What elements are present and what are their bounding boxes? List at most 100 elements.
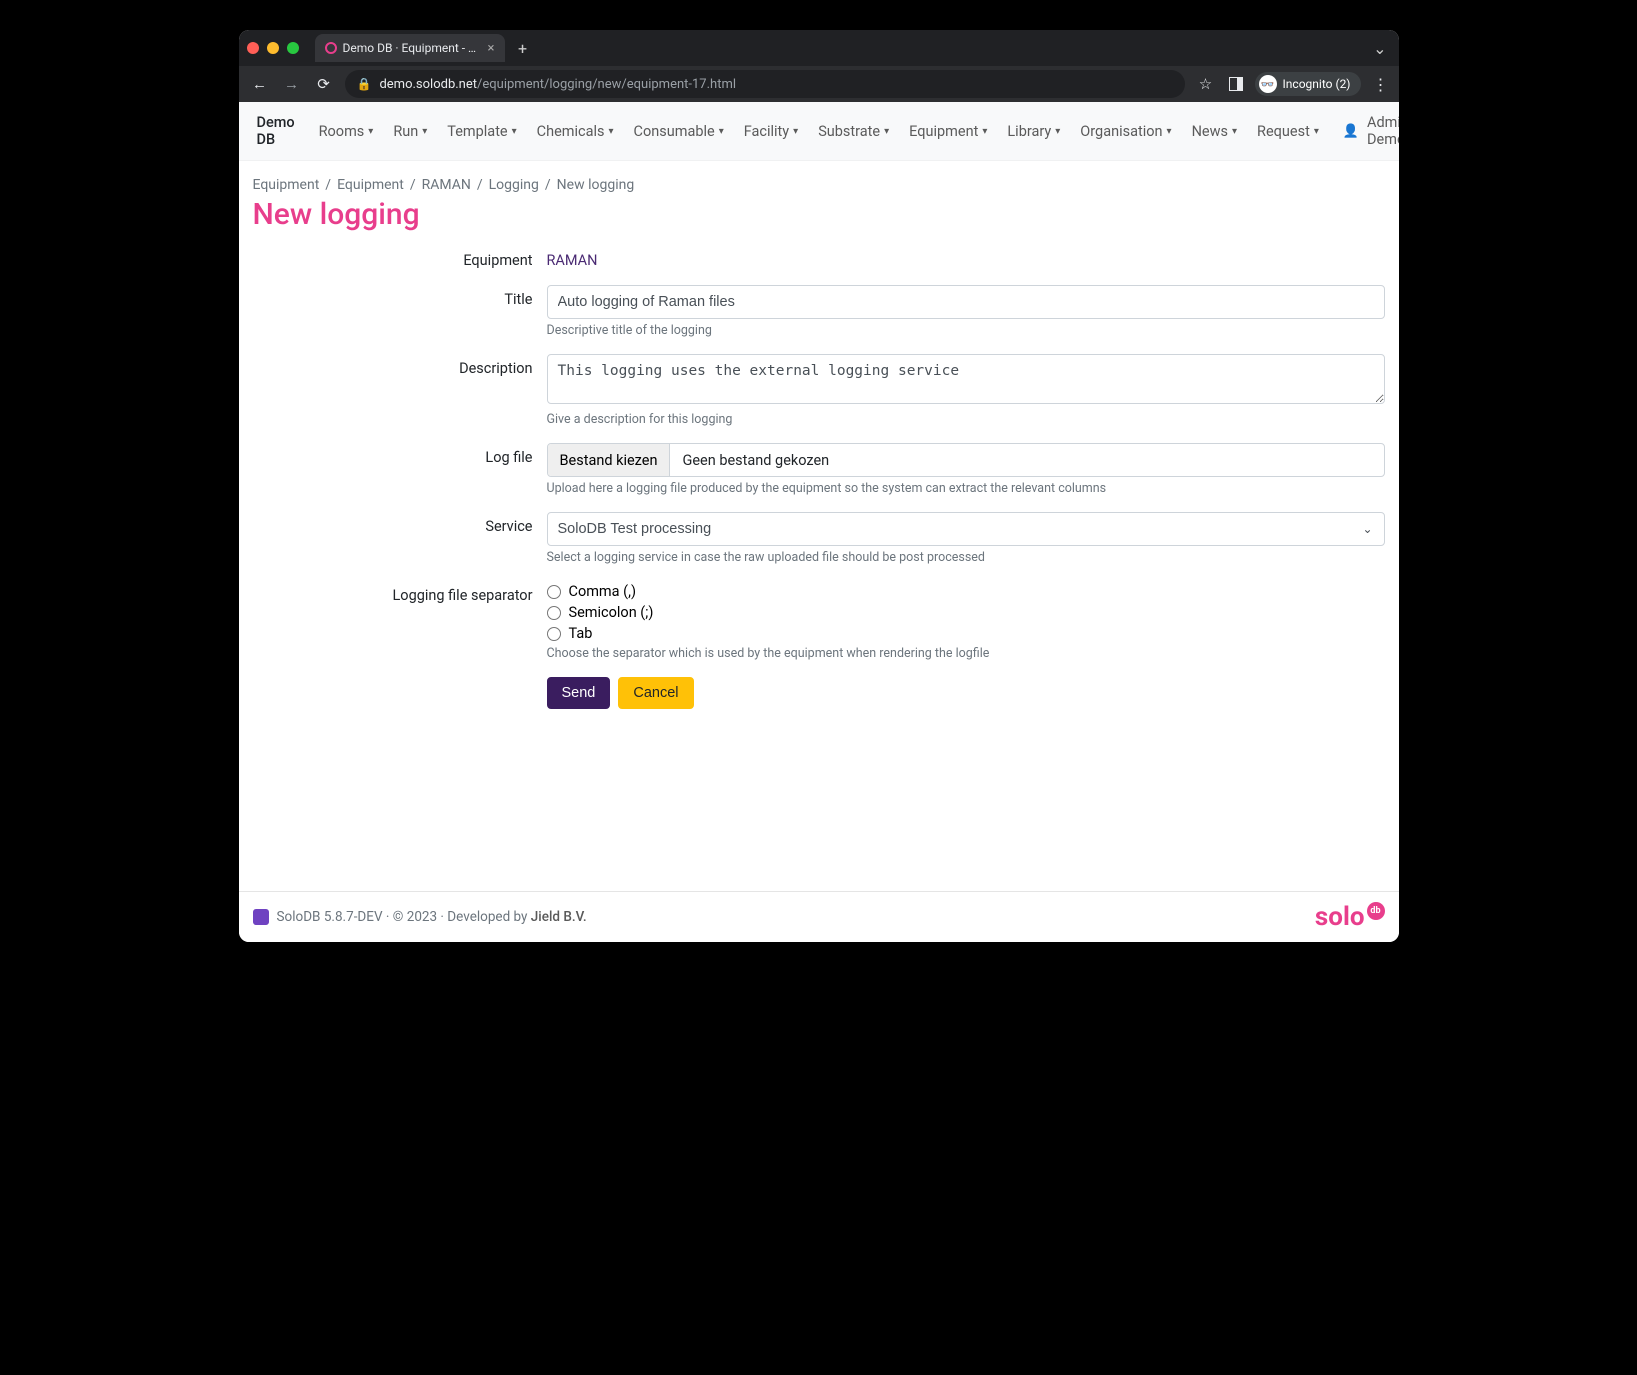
user-menu[interactable]: 👤 Admin Demo ▾ <box>1335 108 1399 154</box>
help-separator: Choose the separator which is used by th… <box>547 646 1385 661</box>
incognito-label: Incognito (2) <box>1283 77 1351 91</box>
label-title: Title <box>253 285 533 308</box>
close-icon[interactable]: × <box>488 41 495 56</box>
browser-tab[interactable]: Demo DB · Equipment - New lo… × <box>315 34 505 62</box>
form-row-description: Description This logging uses the extern… <box>253 354 1385 427</box>
nav-item-facility[interactable]: Facility▾ <box>736 117 806 146</box>
footer: SoloDB 5.8.7-DEV · © 2023 · Developed by… <box>239 891 1399 942</box>
title-input[interactable] <box>547 285 1385 319</box>
solodb-logo: solo db <box>1315 902 1385 932</box>
window-maximize-icon[interactable] <box>287 42 299 54</box>
cancel-button[interactable]: Cancel <box>618 677 693 709</box>
send-button[interactable]: Send <box>547 677 611 709</box>
form-row-service: Service SoloDB Test processing ⌄ Select … <box>253 512 1385 565</box>
star-icon[interactable]: ☆ <box>1195 75 1217 93</box>
db-badge-icon: db <box>1367 902 1385 920</box>
chevron-down-icon[interactable]: ⌄ <box>1369 39 1390 58</box>
window-close-icon[interactable] <box>247 42 259 54</box>
tab-strip: Demo DB · Equipment - New lo… × + ⌄ <box>239 30 1399 66</box>
navbar: Demo DB Rooms▾ Run▾ Template▾ Chemicals▾… <box>239 102 1399 161</box>
description-textarea[interactable]: This logging uses the external logging s… <box>547 354 1385 404</box>
radio-input-comma[interactable] <box>547 585 561 599</box>
radio-input-semicolon[interactable] <box>547 606 561 620</box>
nav-item-organisation[interactable]: Organisation▾ <box>1072 117 1179 146</box>
favicon-icon <box>325 42 337 54</box>
nav-item-consumable[interactable]: Consumable▾ <box>626 117 732 146</box>
nav-item-substrate[interactable]: Substrate▾ <box>810 117 897 146</box>
radio-input-tab[interactable] <box>547 627 561 641</box>
forward-button[interactable]: → <box>281 75 303 93</box>
chevron-down-icon: ▾ <box>512 126 517 137</box>
help-service: Select a logging service in case the raw… <box>547 550 1385 565</box>
footer-text: SoloDB 5.8.7-DEV · © 2023 · Developed by <box>277 909 531 925</box>
nav-item-library[interactable]: Library▾ <box>999 117 1068 146</box>
footer-dev-link[interactable]: Jield B.V. <box>531 909 587 925</box>
address-bar[interactable]: 🔒 demo.solodb.net/equipment/logging/new/… <box>345 70 1185 98</box>
tab-title: Demo DB · Equipment - New lo… <box>343 41 482 55</box>
crumb-current: New logging <box>557 177 635 193</box>
chevron-down-icon: ▾ <box>368 126 373 137</box>
service-select[interactable]: SoloDB Test processing <box>547 512 1385 546</box>
form-row-logfile: Log file Bestand kiezen Geen bestand gek… <box>253 443 1385 496</box>
radio-semicolon[interactable]: Semicolon (;) <box>547 604 1385 621</box>
app: Demo DB Rooms▾ Run▾ Template▾ Chemicals▾… <box>239 102 1399 942</box>
file-choose-button[interactable]: Bestand kiezen <box>548 444 671 476</box>
menu-button[interactable]: ⋮ <box>1373 75 1389 94</box>
crumb[interactable]: Logging <box>489 177 539 193</box>
chevron-down-icon: ▾ <box>982 126 987 137</box>
chevron-down-icon: ▾ <box>1167 126 1172 137</box>
file-status: Geen bestand gekozen <box>670 452 841 469</box>
back-button[interactable]: ← <box>249 75 271 93</box>
form-row-separator: Logging file separator Comma (,) Semicol… <box>253 581 1385 661</box>
nav-item-rooms[interactable]: Rooms▾ <box>311 117 382 146</box>
chevron-down-icon: ▾ <box>719 126 724 137</box>
incognito-badge[interactable]: 👓 Incognito (2) <box>1255 72 1361 96</box>
label-logfile: Log file <box>253 443 533 466</box>
traffic-lights <box>247 42 299 54</box>
chevron-down-icon: ▾ <box>1055 126 1060 137</box>
nav-item-request[interactable]: Request▾ <box>1249 117 1327 146</box>
url-path: /equipment/logging/new/equipment-17.html <box>477 77 736 92</box>
nav-item-chemicals[interactable]: Chemicals▾ <box>529 117 622 146</box>
url-host: demo.solodb.net <box>379 77 477 92</box>
chevron-down-icon: ▾ <box>884 126 889 137</box>
browser-toolbar: ← → ⟳ 🔒 demo.solodb.net/equipment/loggin… <box>239 66 1399 102</box>
chevron-down-icon: ▾ <box>1314 126 1319 137</box>
reload-button[interactable]: ⟳ <box>313 75 335 93</box>
chevron-down-icon: ▾ <box>793 126 798 137</box>
user-icon: 👤 <box>1343 124 1359 139</box>
new-tab-button[interactable]: + <box>511 36 535 60</box>
help-logfile: Upload here a logging file produced by t… <box>547 481 1385 496</box>
nav-item-news[interactable]: News▾ <box>1184 117 1245 146</box>
label-description: Description <box>253 354 533 377</box>
label-service: Service <box>253 512 533 535</box>
form-row-actions: Send Cancel <box>253 677 1385 709</box>
chevron-down-icon: ▾ <box>422 126 427 137</box>
nav-item-equipment[interactable]: Equipment▾ <box>901 117 995 146</box>
chrome: Demo DB · Equipment - New lo… × + ⌄ ← → … <box>239 30 1399 102</box>
crumb[interactable]: Equipment <box>253 177 320 193</box>
crumb[interactable]: RAMAN <box>422 177 471 193</box>
label-equipment: Equipment <box>253 246 533 269</box>
form-row-equipment: Equipment RAMAN <box>253 246 1385 269</box>
window-minimize-icon[interactable] <box>267 42 279 54</box>
radio-tab[interactable]: Tab <box>547 625 1385 642</box>
browser-window: Demo DB · Equipment - New lo… × + ⌄ ← → … <box>239 30 1399 942</box>
page-title: New logging <box>253 197 1385 232</box>
chevron-down-icon: ▾ <box>609 126 614 137</box>
incognito-icon: 👓 <box>1259 75 1277 93</box>
lock-icon: 🔒 <box>357 77 372 91</box>
crumb[interactable]: Equipment <box>337 177 404 193</box>
content: Equipment/ Equipment/ RAMAN/ Logging/ Ne… <box>239 161 1399 891</box>
breadcrumb: Equipment/ Equipment/ RAMAN/ Logging/ Ne… <box>253 177 1385 193</box>
nav-item-template[interactable]: Template▾ <box>439 117 524 146</box>
form-row-title: Title Descriptive title of the logging <box>253 285 1385 338</box>
nav-item-run[interactable]: Run▾ <box>385 117 435 146</box>
brand[interactable]: Demo DB <box>249 108 303 154</box>
equipment-link[interactable]: RAMAN <box>547 246 598 269</box>
radio-comma[interactable]: Comma (,) <box>547 583 1385 600</box>
label-separator: Logging file separator <box>253 581 533 604</box>
chevron-down-icon: ▾ <box>1232 126 1237 137</box>
panel-icon[interactable] <box>1229 77 1243 91</box>
logfile-input[interactable]: Bestand kiezen Geen bestand gekozen <box>547 443 1385 477</box>
